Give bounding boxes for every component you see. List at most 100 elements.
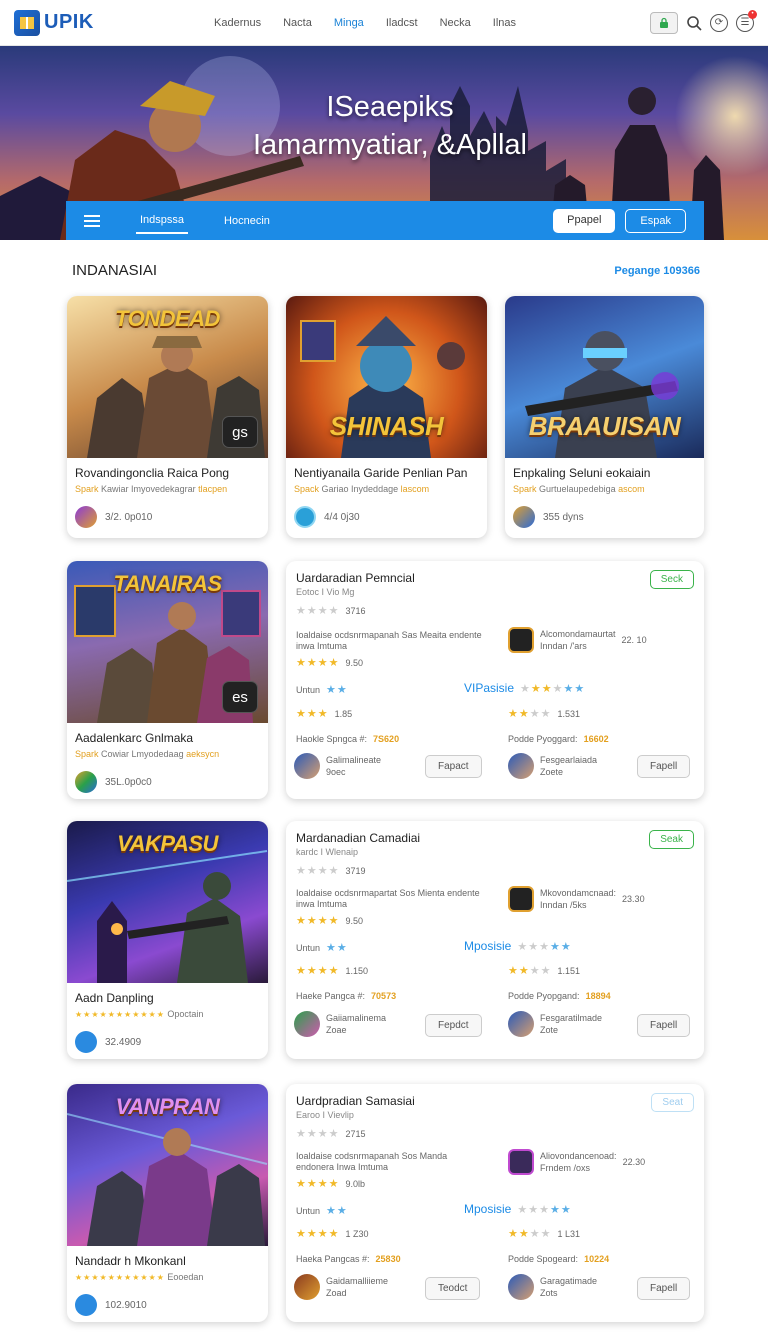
nav-link-6[interactable]: Ilnas (493, 17, 516, 29)
app-price: 22.30 (622, 1157, 646, 1167)
game-art: VANPRAN (67, 1084, 268, 1246)
hero-tab-2[interactable]: Hocnecin (220, 209, 274, 233)
hero-primary-button[interactable]: Ppapel (553, 208, 616, 233)
user-action-button[interactable]: Fapact (425, 755, 482, 778)
user-action-button[interactable]: Fapell (637, 1277, 691, 1300)
nav-link-5[interactable]: Necka (440, 17, 471, 29)
game-tag: Spark (75, 749, 99, 759)
game-card[interactable]: VANPRAN Nandadr h Mkonkanl ★★★★★★★★★★★ E… (67, 1084, 268, 1322)
nav-link-3[interactable]: Minga (334, 17, 364, 29)
related-app[interactable]: Alcomondamaurtat Inndan /'ars 22. 10 (508, 627, 647, 653)
hero-secondary-button[interactable]: Espak (625, 208, 686, 233)
game-studio: Kawiar Imyovedekagrar (101, 484, 196, 494)
detail-action-button[interactable]: Seck (649, 570, 694, 589)
score-value: 9.50 (345, 657, 363, 668)
app-thumbnail-icon (508, 627, 534, 653)
game-badge: es (222, 681, 258, 713)
score-stars: ★★★★ (296, 1178, 340, 1190)
rating-row: ★★★★ 2715 (296, 1127, 365, 1140)
label-stars: ★★ (326, 942, 348, 954)
score-value: 1 L31 (557, 1228, 580, 1239)
section-link[interactable]: Pegange 109366 (614, 265, 700, 277)
score-row: ★★★★ 9.50 (296, 656, 363, 669)
game-stat: 102.9010 (105, 1299, 147, 1311)
label-stars: ★★ (326, 1205, 348, 1217)
game-art: TANAIRAS es (67, 561, 268, 723)
user-name: Garagatimade (540, 1276, 598, 1286)
app-name: Aliovondancenoad: (540, 1151, 617, 1161)
game-sub-tag: aeksycn (186, 749, 220, 759)
detail-title: Uardpradian Samasiai (296, 1094, 415, 1108)
user-action-button[interactable]: Fepdct (425, 1014, 482, 1037)
rating-value: 3716 (345, 605, 366, 616)
progress-row: Haeka Pangcas #: 25830 (296, 1254, 401, 1264)
game-stat: 355 dyns (543, 511, 584, 523)
progress-value: 25830 (375, 1254, 401, 1264)
score-row: ★★★ 1.85 (296, 707, 352, 720)
detail-description: Ioaldaise codsnrmapanah Sos Manda endone… (296, 1151, 448, 1172)
detail-subtitle: kardc I Wlenaip (296, 847, 359, 857)
detail-title: Uardaradian Pemncial (296, 571, 415, 585)
notification-icon[interactable]: ☰ • (736, 9, 757, 32)
score-stars: ★★★★ (296, 657, 340, 669)
publisher-avatar-icon (75, 771, 97, 793)
clock-icon[interactable]: ⟳ (710, 13, 728, 32)
user-avatar (508, 753, 534, 779)
hero-buttons: Ppapel Espak (553, 208, 686, 233)
user-action-button[interactable]: Teodct (425, 1277, 481, 1300)
logo[interactable]: UPIK (14, 9, 164, 36)
progress-row: Podde Pyopgand: 18894 (508, 991, 611, 1001)
label-left: Untun (296, 1205, 321, 1216)
progress-row: Podde Spogeard: 10224 (508, 1254, 609, 1264)
detail-action-button[interactable]: Seak (649, 830, 694, 849)
score-value: 1.531 (557, 708, 580, 719)
progress-row: Podde Pyoggard: 16602 (508, 734, 609, 744)
label-row-left: Untun ★★ (296, 941, 348, 954)
progress-label: Haokle Spngca #: (296, 734, 368, 744)
section-header: INDANASIAI Pegange 109366 (72, 262, 700, 279)
publisher-avatar-icon (513, 506, 535, 528)
nav-icons: ⟳ ☰ • (650, 9, 757, 34)
nav-link-1[interactable]: Kadernus (214, 17, 261, 29)
game-card[interactable]: BRAAUISAN Enpkaling Seluni eokaiain Spar… (505, 296, 704, 538)
game-card[interactable]: SHINASH Nentiyanaila Garide Penlian Pan … (286, 296, 487, 538)
detail-title: Mardanadian Camadiai (296, 831, 421, 845)
label-right: Mposisie (464, 939, 512, 953)
user-name: Gaidamalliieme (326, 1276, 389, 1286)
score-stars: ★★★★ (508, 965, 552, 977)
game-meta: Spark Kawiar Imyovedekagrar tlacpen (75, 484, 227, 494)
score-stars: ★★★★ (508, 708, 552, 720)
game-meta: Spark Cowiar Lmyodedaag aeksycn (75, 749, 219, 759)
lock-button[interactable] (650, 11, 678, 34)
search-icon[interactable] (686, 15, 702, 31)
game-art-title: VANPRAN (115, 1094, 220, 1119)
app-price: 22. 10 (621, 635, 647, 645)
game-card[interactable]: VAKPASU Aadn Danpling ★★★★★★★★★★★ Opocta… (67, 821, 268, 1059)
user-avatar (508, 1274, 534, 1300)
detail-action-button[interactable]: Seat (651, 1093, 694, 1112)
menu-icon[interactable] (84, 214, 100, 227)
game-tag: Spack (294, 484, 320, 494)
game-studio: Gurtuelaupedebiga (539, 484, 616, 494)
game-card[interactable]: TONDEAD gs Rovandingonclia Raica Pong Sp… (67, 296, 268, 538)
rating-value: 3719 (345, 865, 366, 876)
rating-row: ★★★★ 3716 (296, 604, 365, 617)
game-footer: 355 dyns (513, 506, 584, 528)
related-app[interactable]: Aliovondancenoad: Frndem /oxs 22.30 (508, 1149, 645, 1175)
game-art: TONDEAD gs (67, 296, 268, 458)
game-card[interactable]: TANAIRAS es Aadalenkarc Gnlmaka Spark Co… (67, 561, 268, 799)
game-studio: Opoctain (167, 1009, 204, 1019)
game-meta: ★★★★★★★★★★★ Opoctain (75, 1009, 203, 1019)
game-stat: 4/4 0j30 (324, 511, 360, 523)
publisher-avatar-icon (294, 506, 316, 528)
user-action-button[interactable]: Fapell (637, 1014, 691, 1037)
label-left: Untun (296, 684, 321, 695)
game-stat: 3/2. 0p010 (105, 511, 153, 523)
nav-link-2[interactable]: Nacta (283, 17, 312, 29)
game-footer: 32.4909 (75, 1031, 141, 1053)
nav-link-4[interactable]: Iladcst (386, 17, 418, 29)
hero-tab-1[interactable]: Indspssa (136, 208, 189, 234)
user-action-button[interactable]: Fapell (637, 755, 691, 778)
related-app[interactable]: Mkovondamcnaad: Inndan /5ks 23.30 (508, 886, 645, 912)
hero-title: ISeaepiks Iamarmyatiar, &Apllal (150, 88, 630, 164)
